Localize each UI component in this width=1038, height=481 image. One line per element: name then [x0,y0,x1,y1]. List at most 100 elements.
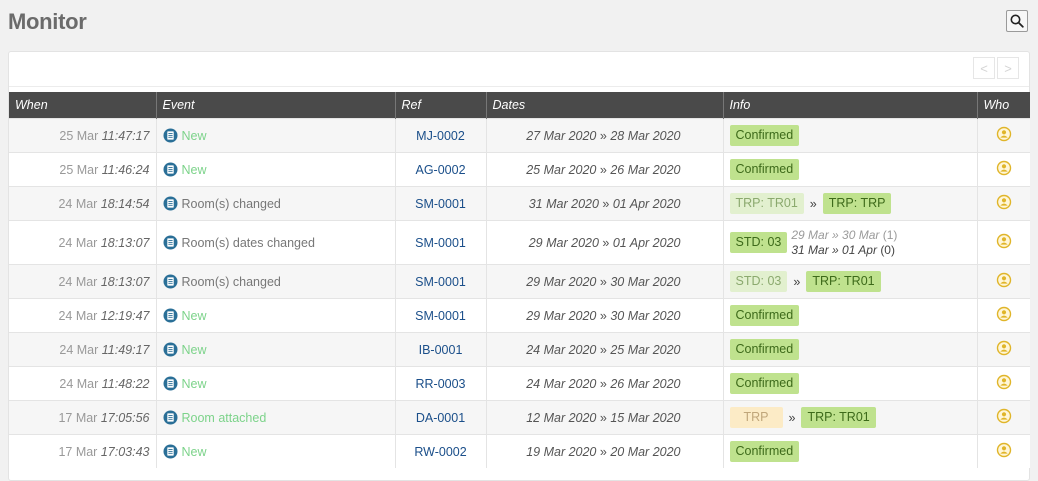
document-icon [163,162,177,177]
col-header-dates[interactable]: Dates [485,92,723,119]
pager: < > [971,57,1019,79]
event-label: Room attached [181,411,267,425]
new-dates: 31 Mar » 01 Apr [791,242,877,257]
ref-link[interactable]: SM-0001 [415,197,466,211]
table-row[interactable]: 24 Mar 12:19:47 New SM-0001 29 Mar 2020 » 3… [9,298,1030,333]
table-row[interactable]: 24 Mar 11:48:22 New RR-0003 24 Mar 2020 » 2… [9,366,1030,401]
status-badge: Confirmed [729,125,800,146]
when-cell: 24 Mar 18:13:07 [9,264,156,299]
pager-prev-button[interactable]: < [973,57,995,79]
date-from: 24 Mar 2020 [526,376,597,391]
when-date: 24 Mar [58,274,98,289]
date-to: 01 Apr 2020 [612,235,681,250]
ref-link[interactable]: RR-0003 [415,377,465,391]
user-icon[interactable] [996,340,1012,356]
table-row[interactable]: 17 Mar 17:05:56 Room attached DA-0001 12 Ma… [9,400,1030,435]
ref-link[interactable]: SM-0001 [415,309,466,323]
event-label: Room(s) dates changed [181,236,315,250]
ref-link[interactable]: IB-0001 [419,343,463,357]
date-separator: » [599,128,607,143]
col-header-when[interactable]: When [9,92,156,119]
who-cell [976,400,1030,435]
user-icon[interactable] [996,408,1012,424]
ref-link[interactable]: AG-0002 [415,163,465,177]
document-icon [163,308,177,323]
date-separator: » [602,196,610,211]
document-icon [163,128,177,143]
table-row[interactable]: 24 Mar 18:14:54 Room(s) changed SM-0001 31 … [9,186,1030,221]
event-cell: Room(s) dates changed [155,220,395,265]
table-row[interactable]: 24 Mar 11:49:17 New IB-0001 24 Mar 2020 » 2… [9,332,1030,367]
dates-cell: 24 Mar 2020 » 26 Mar 2020 [485,366,723,401]
user-icon[interactable] [996,306,1012,322]
room-from-badge: TRP: TR01 [729,193,804,214]
search-button[interactable] [1006,10,1028,32]
user-icon[interactable] [996,160,1012,176]
date-from: 24 Mar 2020 [526,342,597,357]
col-header-who[interactable]: Who [976,92,1030,119]
room-to-badge: TRP: TR01 [806,271,881,292]
event-cell: Room attached [155,400,395,435]
dates-cell: 24 Mar 2020 » 25 Mar 2020 [485,332,723,367]
status-badge: Confirmed [729,339,800,360]
ref-link[interactable]: SM-0001 [415,236,466,250]
ref-link[interactable]: RW-0002 [414,445,466,459]
change-arrow: » [793,274,801,289]
col-header-ref[interactable]: Ref [394,92,486,119]
page-title: Monitor [8,9,87,34]
status-badge: Confirmed [729,305,800,326]
search-icon [1010,14,1024,28]
col-header-event[interactable]: Event [155,92,395,119]
document-icon [163,274,177,289]
info-cell: Confirmed [722,366,977,401]
document-icon [163,196,177,211]
who-cell [976,264,1030,299]
date-to: 28 Mar 2020 [610,128,681,143]
who-cell [976,186,1030,221]
who-cell [976,332,1030,367]
info-cell: Confirmed [722,298,977,333]
info-cell: TRP: TR01 » TRP: TRP [722,186,977,221]
who-cell [976,434,1030,468]
user-icon[interactable] [996,272,1012,288]
ref-link[interactable]: MJ-0002 [416,129,465,143]
user-icon[interactable] [996,374,1012,390]
dates-cell: 27 Mar 2020 » 28 Mar 2020 [485,118,723,153]
when-date: 25 Mar [59,128,99,143]
date-from: 12 Mar 2020 [526,410,597,425]
when-date: 25 Mar [59,162,99,177]
ref-cell: SM-0001 [394,220,486,265]
when-time: 18:13:07 [100,274,150,289]
when-cell: 24 Mar 18:13:07 [9,220,156,265]
table-row[interactable]: 25 Mar 11:46:24 New AG-0002 25 Mar 2020 » 2… [9,152,1030,187]
col-header-info[interactable]: Info [722,92,977,119]
old-count: (1) [882,227,898,242]
table-row[interactable]: 24 Mar 18:13:07 Room(s) dates changed SM-0… [9,220,1030,265]
ref-cell: RW-0002 [394,434,486,468]
room-from-badge: TRP [729,407,783,428]
pager-next-button[interactable]: > [997,57,1019,79]
event-cell: New [155,366,395,401]
document-icon [163,410,177,425]
ref-cell: MJ-0002 [394,118,486,153]
date-from: 31 Mar 2020 [528,196,599,211]
ref-link[interactable]: SM-0001 [415,275,466,289]
user-icon[interactable] [996,442,1012,458]
event-cell: New [155,152,395,187]
table-row[interactable]: 17 Mar 17:03:43 New RW-0002 19 Mar 2020 » 2… [9,434,1030,468]
room-to-badge: TRP: TRP [822,193,892,214]
event-label: New [181,163,207,177]
user-icon[interactable] [996,233,1012,249]
when-date: 24 Mar [58,196,98,211]
table-row[interactable]: 24 Mar 18:13:07 Room(s) changed SM-0001 29 … [9,264,1030,299]
user-icon[interactable] [996,126,1012,142]
date-separator: » [599,376,607,391]
when-cell: 25 Mar 11:47:17 [9,118,156,153]
user-icon[interactable] [996,194,1012,210]
room-badge: STD: 03 [729,232,788,253]
ref-link[interactable]: DA-0001 [416,411,465,425]
status-badge: Confirmed [729,373,800,394]
document-icon [163,444,177,459]
table-row[interactable]: 25 Mar 11:47:17 New MJ-0002 27 Mar 2020 » 2… [9,118,1030,153]
event-cell: New [155,434,395,468]
